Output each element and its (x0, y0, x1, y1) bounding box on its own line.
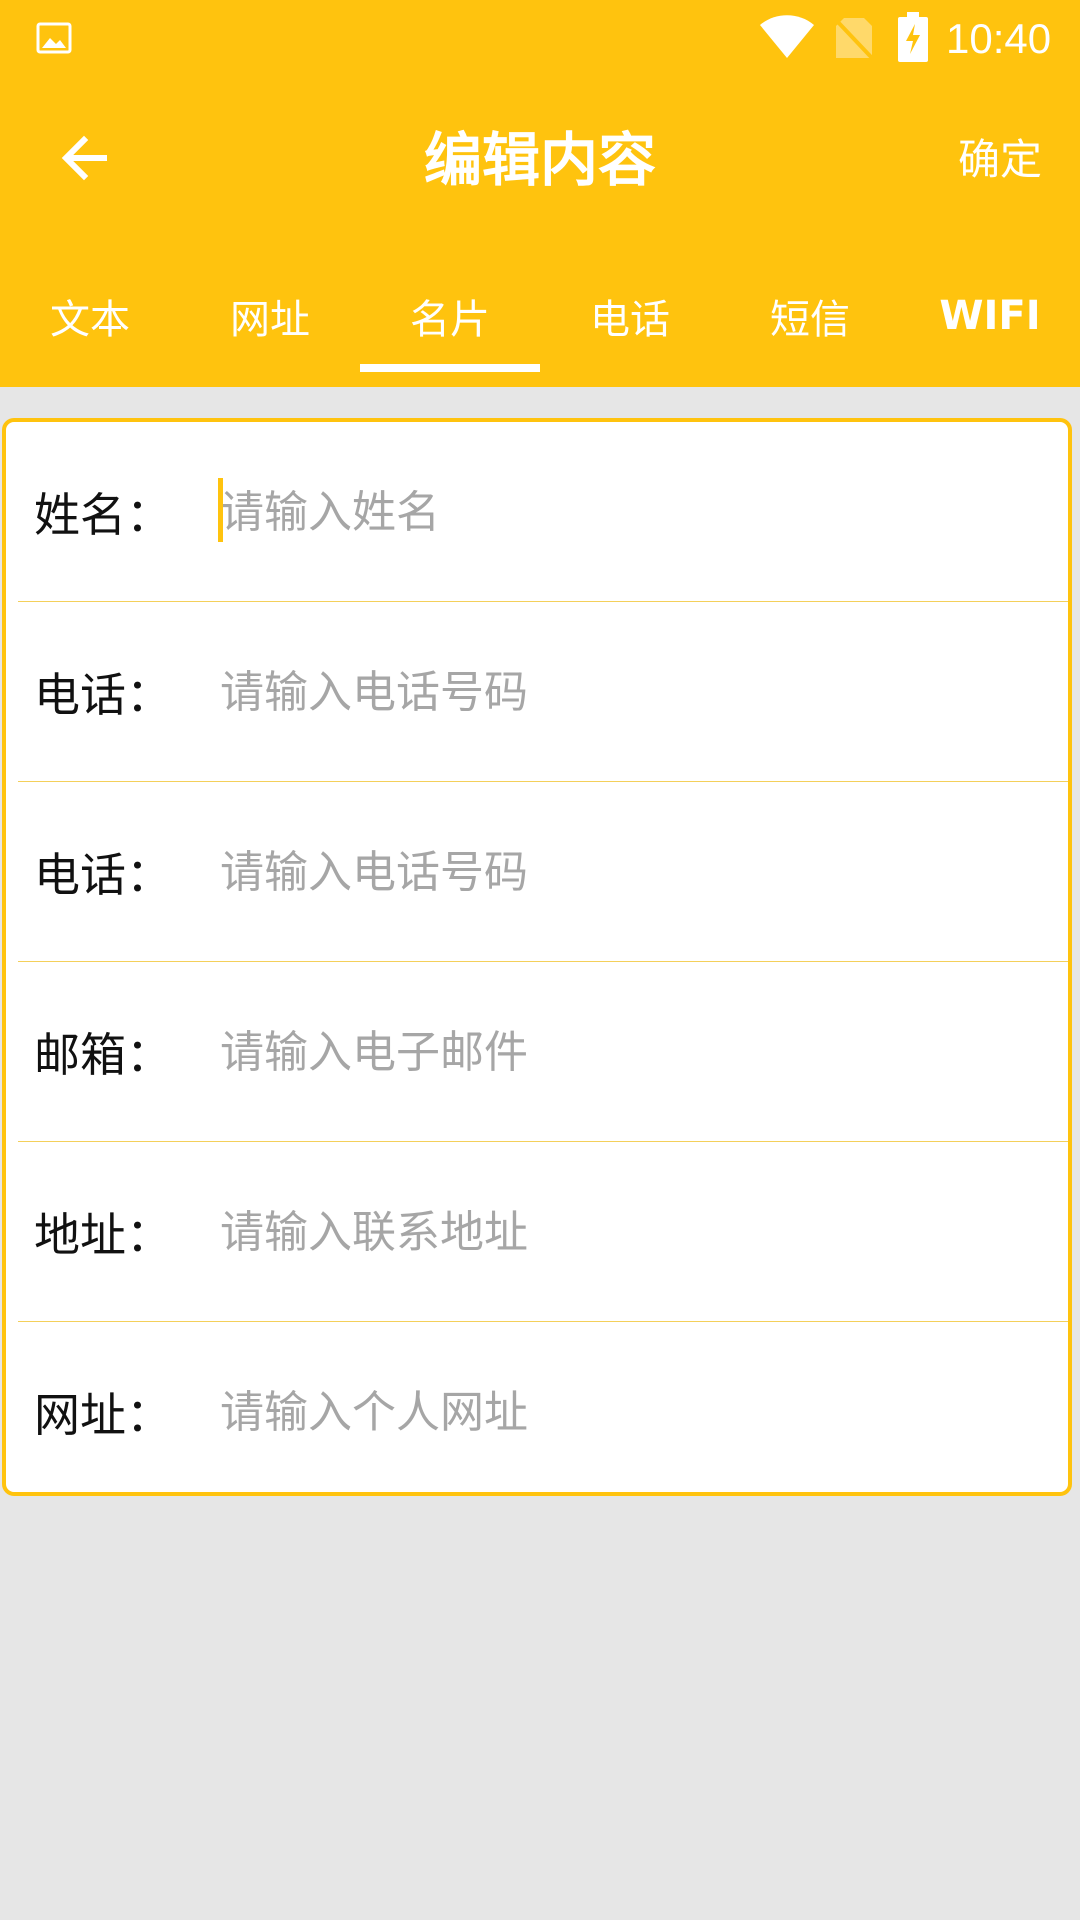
name-input[interactable] (220, 472, 1040, 552)
email-label: 邮箱： (34, 1028, 172, 1082)
name-label: 姓名： (34, 488, 172, 542)
form-row-name: 姓名： (18, 422, 1068, 602)
tab-wifi[interactable]: WIFI (900, 270, 1080, 362)
business-card-form: 姓名： 电话： 电话： 邮箱： 地址： 网址： (2, 418, 1072, 1496)
battery-charging-icon (898, 12, 928, 62)
website-input[interactable] (220, 1372, 1040, 1452)
form-row-website: 网址： (18, 1322, 1068, 1502)
phone-input-2[interactable] (220, 832, 1040, 912)
no-sim-icon (834, 18, 874, 60)
tab-business-card[interactable]: 名片 (360, 270, 540, 372)
phone-label-1: 电话： (34, 668, 172, 722)
address-input[interactable] (220, 1192, 1040, 1272)
tab-phone[interactable]: 电话 (540, 270, 720, 362)
tab-url[interactable]: 网址 (180, 270, 360, 362)
form-row-phone-1: 电话： (18, 602, 1068, 782)
address-label: 地址： (34, 1208, 172, 1262)
tab-bar: 文本 网址 名片 电话 短信 WIFI (0, 270, 1080, 387)
wifi-icon (760, 15, 814, 58)
form-row-email: 邮箱： (18, 962, 1068, 1142)
confirm-button[interactable]: 确定 (958, 128, 1042, 192)
text-cursor (218, 478, 223, 542)
status-bar: 10:40 (0, 0, 1080, 78)
form-row-phone-2: 电话： (18, 782, 1068, 962)
form-row-address: 地址： (18, 1142, 1068, 1322)
tab-sms[interactable]: 短信 (720, 270, 900, 362)
website-label: 网址： (34, 1388, 172, 1442)
phone-input-1[interactable] (220, 652, 1040, 732)
app-bar: 10:40 编辑内容 确定 文本 网址 名片 电话 短信 WIFI (0, 0, 1080, 387)
gallery-icon (36, 22, 72, 54)
status-time: 10:40 (946, 15, 1052, 62)
page-title: 编辑内容 (423, 126, 656, 194)
tab-text[interactable]: 文本 (0, 270, 180, 362)
phone-label-2: 电话： (34, 848, 172, 902)
email-input[interactable] (220, 1012, 1040, 1092)
